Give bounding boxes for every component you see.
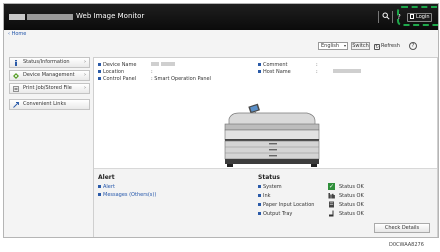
device-management-icon: [13, 73, 19, 79]
search-icon[interactable]: [381, 12, 391, 22]
login-highlight-callout: [397, 6, 438, 26]
sidebar-item-print-job[interactable]: Print Job/Stored File ›: [9, 83, 90, 94]
sidebar-item-status-information[interactable]: Status/Information ›: [9, 57, 90, 68]
chevron-down-icon: ▾: [343, 43, 346, 48]
printer-image: [224, 103, 320, 167]
main-panel: Device Name Location : Control Panel : S…: [93, 57, 438, 237]
output-tray-icon: [329, 210, 334, 217]
browser-frame: Web Image Monitor ? Login ‹ Home English…: [3, 3, 439, 238]
toolbar-divider: [378, 11, 379, 23]
location-label: Location: [98, 69, 124, 75]
comment-label: Comment: [258, 62, 288, 68]
sidebar-item-label: Device Management: [23, 72, 75, 78]
host-name-label: Host Name: [258, 69, 291, 75]
language-select[interactable]: English ▾: [318, 42, 348, 50]
control-panel-label: Control Panel: [98, 76, 136, 82]
sidebar-item-convenient-links[interactable]: Convenient Links: [9, 99, 90, 110]
print-job-icon: [13, 86, 19, 92]
switch-button[interactable]: Switch: [351, 42, 370, 50]
check-details-button[interactable]: Check Details: [374, 223, 430, 233]
device-name-value: [151, 62, 175, 68]
top-bar: Web Image Monitor ? Login: [4, 4, 438, 30]
refresh-button[interactable]: ↻ Refresh: [374, 42, 400, 50]
breadcrumb-home[interactable]: Home: [12, 31, 27, 37]
page-controls: English ▾ Switch ↻ Refresh ?: [318, 42, 438, 50]
brand-logo: [9, 14, 25, 20]
sidebar-item-label: Status/Information: [23, 59, 70, 65]
sidebar-item-device-management[interactable]: Device Management ›: [9, 70, 90, 81]
device-model-name: [27, 14, 73, 20]
sidebar: Status/Information › Device Management ›…: [9, 57, 90, 112]
control-panel-value: : Smart Operation Panel: [151, 76, 211, 82]
chevron-right-icon: ›: [84, 59, 86, 65]
status-row-system[interactable]: System: [258, 184, 282, 190]
alert-heading: Alert: [98, 174, 115, 181]
app-title: Web Image Monitor: [76, 12, 145, 20]
figure-code: D0CWAA8276: [389, 242, 424, 248]
chevron-right-icon: ›: [84, 72, 86, 78]
location-value: :: [151, 69, 153, 75]
status-row-output-tray[interactable]: Output Tray: [258, 211, 292, 217]
status-heading: Status: [258, 174, 280, 181]
sidebar-item-label: Convenient Links: [23, 101, 66, 107]
status-value: Status OK: [339, 193, 364, 199]
chevron-right-icon: ›: [84, 85, 86, 91]
messages-link[interactable]: Messages (Others(s)): [98, 192, 156, 198]
device-name-label: Device Name: [98, 62, 136, 68]
status-value: Status OK: [339, 184, 364, 190]
alert-link[interactable]: Alert: [98, 184, 115, 190]
sidebar-item-label: Print Job/Stored File: [23, 85, 72, 91]
status-row-paper-input[interactable]: Paper Input Location: [258, 202, 314, 208]
help-icon[interactable]: ?: [409, 42, 417, 50]
host-name-value: :: [316, 69, 362, 75]
info-icon: [15, 60, 17, 66]
breadcrumb[interactable]: ‹ Home: [8, 31, 26, 37]
language-value: English: [321, 43, 340, 49]
status-row-ink[interactable]: Ink: [258, 193, 271, 199]
toolbar-divider: [392, 11, 393, 23]
status-value: Status OK: [339, 211, 364, 217]
alert-status-section: Alert Alert Messages (Others(s)) Status …: [94, 168, 437, 237]
paper-input-icon: [329, 201, 334, 208]
link-icon: [13, 102, 19, 108]
ink-status-icon: [328, 193, 335, 199]
status-value: Status OK: [339, 202, 364, 208]
refresh-label: Refresh: [381, 43, 400, 49]
refresh-icon: ↻: [374, 44, 380, 50]
system-status-icon: ✓: [328, 183, 335, 190]
comment-value: :: [316, 62, 318, 68]
